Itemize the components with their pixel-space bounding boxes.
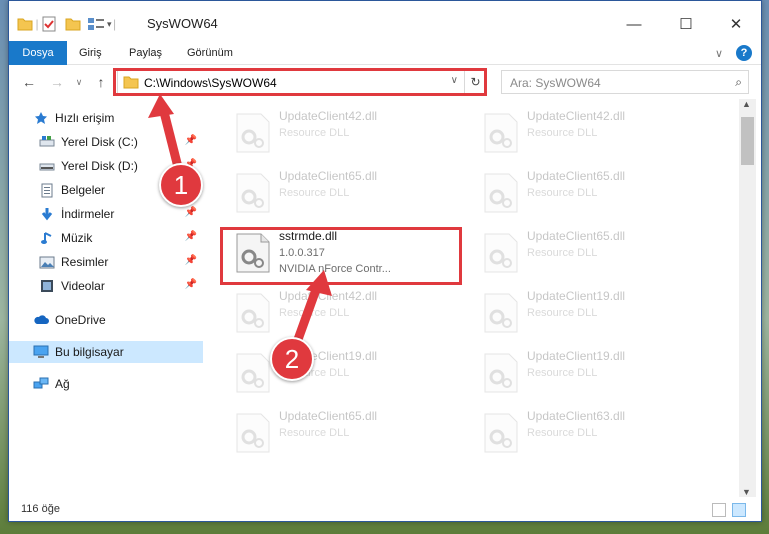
annotation-arrows xyxy=(148,94,332,347)
arrow-1-head xyxy=(148,94,174,118)
arrow-2-head xyxy=(306,270,332,296)
arrow-2-shaft xyxy=(291,282,323,347)
step-1-badge: 1 xyxy=(159,163,203,207)
step-2-badge: 2 xyxy=(270,337,314,381)
